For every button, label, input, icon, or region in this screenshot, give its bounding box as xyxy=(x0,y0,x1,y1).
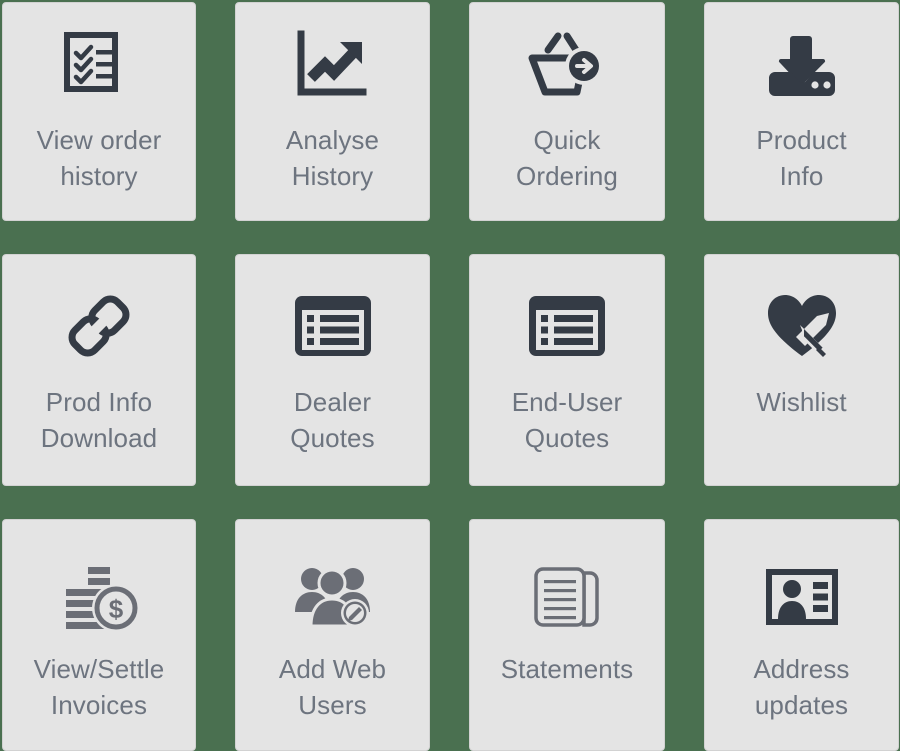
list-window-icon xyxy=(519,285,615,367)
tile-view-order-history[interactable]: View order history xyxy=(2,2,196,221)
tile-label: Product Info xyxy=(756,125,847,191)
tile-analyse-history[interactable]: Analyse History xyxy=(235,2,430,221)
tile-label: Prod Info Download xyxy=(40,387,158,453)
tile-label: Address updates xyxy=(753,654,850,720)
dashboard-tile-grid: View order history Analyse History Quick… xyxy=(0,0,900,751)
tile-dealer-quotes[interactable]: Dealer Quotes xyxy=(235,254,430,486)
tile-label: View/Settle Invoices xyxy=(33,654,165,720)
id-card-icon xyxy=(754,556,850,638)
coins-dollar-icon: $ xyxy=(51,556,147,638)
download-inbox-icon xyxy=(754,25,850,107)
tile-label: Wishlist xyxy=(756,387,847,417)
tile-label: View order history xyxy=(36,125,162,191)
tile-label: Statements xyxy=(500,654,634,684)
tile-wishlist[interactable]: Wishlist xyxy=(704,254,899,486)
chain-link-icon xyxy=(51,285,147,367)
tile-label: End-User Quotes xyxy=(511,387,623,453)
documents-icon xyxy=(519,556,615,638)
tile-statements[interactable]: Statements xyxy=(469,519,665,751)
heart-pen-icon xyxy=(754,285,850,367)
tile-prod-info-download[interactable]: Prod Info Download xyxy=(2,254,196,486)
tile-address-updates[interactable]: Address updates xyxy=(704,519,899,751)
tile-label: Quick Ordering xyxy=(516,125,618,191)
list-window-icon xyxy=(285,285,381,367)
tile-add-web-users[interactable]: Add Web Users xyxy=(235,519,430,751)
tile-label: Add Web Users xyxy=(278,654,387,720)
tile-quick-ordering[interactable]: Quick Ordering xyxy=(469,2,665,221)
users-edit-icon xyxy=(285,556,381,638)
tile-label: Dealer Quotes xyxy=(290,387,375,453)
basket-arrow-icon xyxy=(519,25,615,107)
checklist-icon xyxy=(51,25,147,107)
tile-view-settle-invoices[interactable]: $ View/Settle Invoices xyxy=(2,519,196,751)
tile-end-user-quotes[interactable]: End-User Quotes xyxy=(469,254,665,486)
tile-label: Analyse History xyxy=(285,125,380,191)
svg-text:$: $ xyxy=(109,594,124,624)
growth-chart-icon xyxy=(285,25,381,107)
tile-product-info[interactable]: Product Info xyxy=(704,2,899,221)
